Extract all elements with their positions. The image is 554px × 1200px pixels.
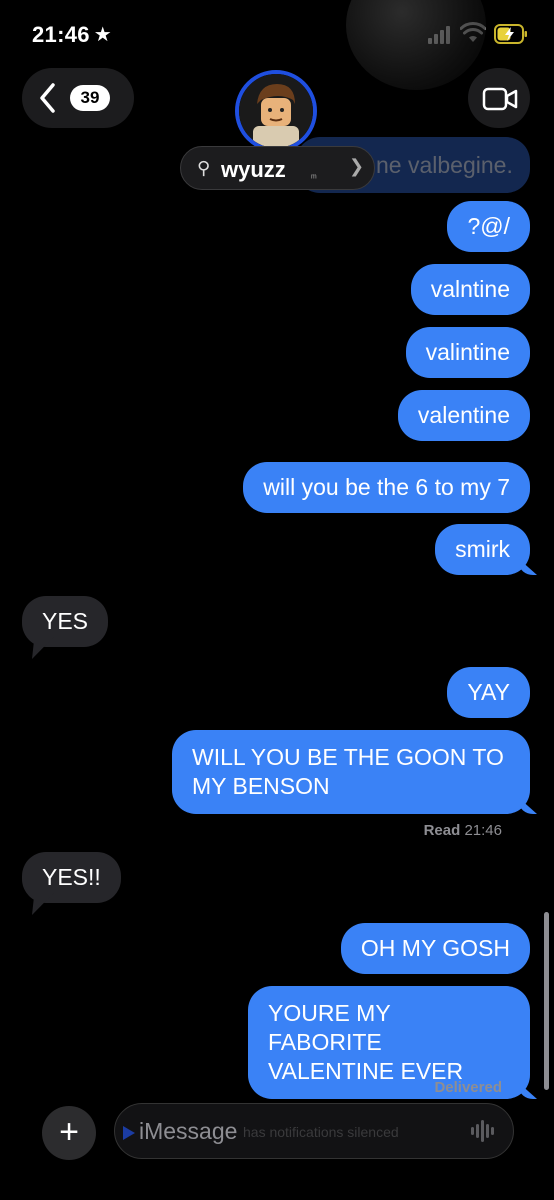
read-label: Read xyxy=(423,822,461,839)
background-ball-decoration xyxy=(346,0,486,90)
message-bubble-outgoing[interactable]: OH MY GOSH xyxy=(340,923,530,974)
message-text: OH MY GOSH xyxy=(360,935,510,961)
lego-figure-icon xyxy=(239,74,313,148)
play-icon xyxy=(123,1126,135,1140)
message-bubble-outgoing[interactable]: ?@/ xyxy=(447,201,530,252)
message-bubble-outgoing[interactable]: valintine xyxy=(405,327,530,378)
read-time: 21:46 xyxy=(464,822,502,839)
contact-subtext: ᵐ xyxy=(311,173,317,184)
add-attachment-button[interactable]: + xyxy=(42,1106,96,1160)
imessage-input[interactable]: iMessage has notifications silenced xyxy=(114,1103,514,1159)
unread-count-badge: 39 xyxy=(70,85,110,111)
facetime-video-button[interactable] xyxy=(468,68,530,128)
message-text: valintine xyxy=(425,339,510,365)
contact-avatar[interactable] xyxy=(235,70,317,152)
message-bubble-outgoing[interactable]: valentine xyxy=(397,390,530,441)
message-bubble-outgoing[interactable]: valntine xyxy=(410,264,530,315)
message-text: smirk xyxy=(455,536,510,562)
time-text: 21:46 xyxy=(32,22,90,47)
star-icon: ★ xyxy=(93,24,113,46)
chevron-right-icon: ❯ xyxy=(349,156,365,176)
message-bubble-outgoing[interactable]: YAY xyxy=(447,667,530,718)
message-text: YOURE MY FABORITE VALENTINE EVER xyxy=(268,1000,464,1084)
message-bubble-outgoing[interactable]: will you be the 6 to my 7 xyxy=(243,462,530,513)
message-text: YES xyxy=(42,608,89,634)
message-text: YES!! xyxy=(42,864,101,890)
message-bubble-incoming[interactable]: YES!! xyxy=(22,852,121,903)
message-bubble-incoming[interactable]: YES xyxy=(22,596,109,647)
back-button[interactable]: 39 xyxy=(22,68,134,128)
message-text: valntine xyxy=(430,276,510,302)
message-text: will you be the 6 to my 7 xyxy=(263,474,510,500)
message-text: YAY xyxy=(467,679,510,705)
read-receipt: Read 21:46 xyxy=(424,822,502,839)
contact-name: wyuzz xyxy=(221,157,286,182)
audio-waveform-icon[interactable] xyxy=(471,1120,497,1142)
video-camera-icon xyxy=(482,87,518,111)
contact-name-pill[interactable]: ⚲ wyuzz ᵐ ❯ xyxy=(180,146,375,190)
message-text: valentine xyxy=(417,402,510,428)
message-text: ?@/ xyxy=(467,213,510,239)
scrollbar[interactable] xyxy=(544,912,549,1090)
input-placeholder: iMessage xyxy=(139,1118,238,1144)
faded-message-text: ne valbegine. xyxy=(376,152,513,178)
plus-icon: + xyxy=(59,1113,79,1151)
delivered-receipt: Delivered xyxy=(434,1079,502,1096)
message-bubble-outgoing[interactable]: WILL YOU BE THE GOON TO MY BENSON xyxy=(172,730,530,814)
message-bubble-outgoing[interactable]: smirk xyxy=(435,524,530,575)
chevron-left-icon xyxy=(40,83,55,113)
status-time: 21:46 ★ xyxy=(32,22,112,48)
link-icon: ⚲ xyxy=(197,158,211,178)
message-text: WILL YOU BE THE GOON TO MY BENSON xyxy=(192,744,504,799)
notifications-silenced-note: has notifications silenced xyxy=(243,1124,399,1140)
battery-charging-icon xyxy=(494,24,527,44)
